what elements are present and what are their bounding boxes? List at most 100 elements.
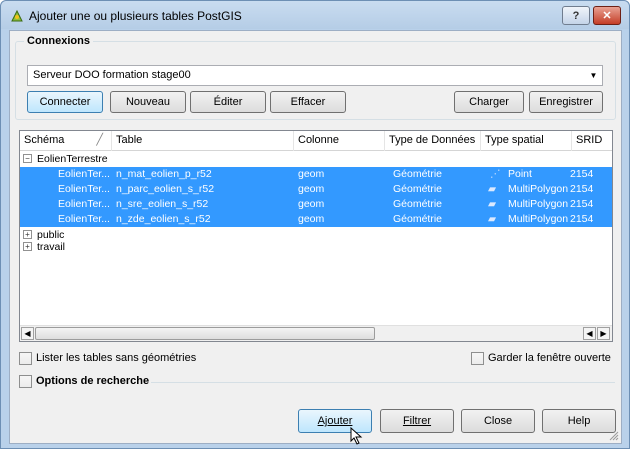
scroll-right-icon[interactable]: ▶ (597, 327, 610, 340)
scrollbar-thumb[interactable] (35, 327, 375, 340)
scroll-left-icon[interactable]: ◀ (583, 327, 596, 340)
tree-node-schema[interactable]: − EolienTerrestre (20, 152, 612, 167)
point-icon: ⋰ (490, 168, 501, 180)
schema-name: travail (37, 241, 66, 253)
header-datatype[interactable]: Type de Données (385, 131, 481, 151)
title-bar: Ajouter une ou plusieurs tables PostGIS … (1, 1, 629, 29)
horizontal-scrollbar[interactable]: ◀ ◀ ▶ (20, 325, 612, 341)
help-title-button[interactable]: ? (562, 6, 590, 25)
mouse-cursor-icon (350, 427, 363, 445)
scroll-left-icon[interactable]: ◀ (21, 327, 34, 340)
header-srid-label: SRID (576, 134, 603, 146)
header-column[interactable]: Colonne (294, 131, 385, 151)
edit-connection-button[interactable]: Éditer (190, 91, 266, 113)
cell-spatial: MultiPolygon (508, 198, 569, 210)
polygon-icon: ▰ (488, 213, 497, 225)
cell-schema: EolienTer... (58, 168, 110, 180)
collapse-icon[interactable]: − (23, 154, 32, 163)
cell-srid: 2154 (570, 213, 594, 225)
table-row[interactable]: EolienTer... n_sre_eolien_s_r52 geom Géo… (20, 197, 612, 212)
header-schema[interactable]: Schéma ╱ (20, 131, 112, 151)
connect-button[interactable]: Connecter (27, 91, 103, 113)
help-button-label: Help (567, 415, 591, 427)
table-row[interactable]: EolienTer... n_zde_eolien_s_r52 geom Géo… (20, 212, 612, 227)
cell-spatial: MultiPolygon (508, 183, 569, 195)
header-srid[interactable]: SRID (572, 131, 612, 151)
header-schema-label: Schéma (24, 134, 65, 146)
edit-button-label: Éditer (213, 96, 243, 108)
connection-select-value: Serveur DOO formation stage00 (33, 69, 191, 81)
table-row[interactable]: EolienTer... n_parc_eolien_s_r52 geom Gé… (20, 182, 612, 197)
header-table-label: Table (116, 134, 143, 146)
search-options-label: Options de recherche (36, 375, 150, 387)
load-button[interactable]: Charger (454, 91, 524, 113)
cell-schema: EolienTer... (58, 213, 110, 225)
tree-header: Schéma ╱ Table Colonne Type de Données Ty… (20, 131, 612, 151)
cell-spatial: Point (508, 168, 532, 180)
header-table[interactable]: Table (112, 131, 294, 151)
load-button-label: Charger (469, 96, 509, 108)
connection-select[interactable]: Serveur DOO formation stage00 ▼ (27, 65, 603, 86)
header-spatial-type[interactable]: Type spatial (481, 131, 572, 151)
cell-column: geom (298, 168, 325, 180)
help-title-icon: ? (572, 9, 580, 22)
cell-table: n_parc_eolien_s_r52 (116, 183, 215, 195)
delete-button-label: Effacer (290, 96, 326, 108)
dialog-body: Connexions Serveur DOO formation stage00… (9, 30, 622, 445)
cell-column: geom (298, 183, 325, 195)
close-button[interactable]: Close (461, 409, 535, 433)
table-row[interactable]: EolienTer... n_mat_eolien_p_r52 geom Géo… (20, 167, 612, 182)
close-button-label: Close (483, 415, 513, 427)
header-datatype-label: Type de Données (389, 134, 476, 146)
cell-table: n_sre_eolien_s_r52 (116, 198, 209, 210)
save-button[interactable]: Enregistrer (529, 91, 603, 113)
schema-name: EolienTerrestre (37, 153, 108, 165)
expand-icon[interactable]: + (23, 230, 32, 239)
cell-datatype: Géométrie (393, 183, 443, 195)
cell-schema: EolienTer... (58, 183, 110, 195)
cell-schema: EolienTer... (58, 198, 110, 210)
filter-button[interactable]: Filtrer (380, 409, 454, 433)
cell-datatype: Géométrie (393, 213, 443, 225)
new-button-label: Nouveau (125, 96, 171, 108)
cell-srid: 2154 (570, 168, 594, 180)
keep-open-label: Garder la fenêtre ouverte (488, 352, 611, 364)
help-button[interactable]: Help (542, 409, 616, 433)
new-connection-button[interactable]: Nouveau (110, 91, 186, 113)
close-icon: ✕ (602, 10, 612, 22)
cell-spatial: MultiPolygon (508, 213, 569, 225)
sort-indicator-icon: ╱ (96, 134, 103, 146)
list-no-geometry-checkbox[interactable] (19, 352, 32, 365)
chevron-down-icon[interactable]: ▼ (586, 67, 601, 84)
close-window-button[interactable]: ✕ (593, 6, 621, 25)
window-title: Ajouter une ou plusieurs tables PostGIS (29, 9, 242, 23)
connect-button-label: Connecter (39, 96, 91, 108)
cell-srid: 2154 (570, 198, 594, 210)
cell-table: n_mat_eolien_p_r52 (116, 168, 212, 180)
resize-grip-icon[interactable] (609, 431, 619, 441)
tables-tree[interactable]: Schéma ╱ Table Colonne Type de Données Ty… (19, 130, 613, 342)
header-spatial-label: Type spatial (485, 134, 544, 146)
qgis-app-icon (11, 9, 23, 22)
cell-column: geom (298, 213, 325, 225)
search-options-checkbox[interactable] (19, 375, 32, 388)
keep-open-checkbox[interactable] (471, 352, 484, 365)
divider (151, 382, 615, 383)
dialog-window: Ajouter une ou plusieurs tables PostGIS … (0, 0, 630, 449)
cell-datatype: Géométrie (393, 198, 443, 210)
delete-connection-button[interactable]: Effacer (270, 91, 346, 113)
list-no-geometry-label: Lister les tables sans géométries (36, 352, 197, 364)
cell-srid: 2154 (570, 183, 594, 195)
header-column-label: Colonne (298, 134, 339, 146)
expand-icon[interactable]: + (23, 242, 32, 251)
connections-group-title: Connexions (24, 35, 93, 47)
cell-table: n_zde_eolien_s_r52 (116, 213, 211, 225)
filter-button-label: Filtrer (402, 415, 432, 427)
cell-datatype: Géométrie (393, 168, 443, 180)
polygon-icon: ▰ (488, 198, 497, 210)
tree-node-schema[interactable]: + travail (20, 240, 612, 255)
add-button-label: Ajouter (317, 415, 353, 427)
polygon-icon: ▰ (488, 183, 497, 195)
cell-column: geom (298, 198, 325, 210)
save-button-label: Enregistrer (539, 96, 593, 108)
